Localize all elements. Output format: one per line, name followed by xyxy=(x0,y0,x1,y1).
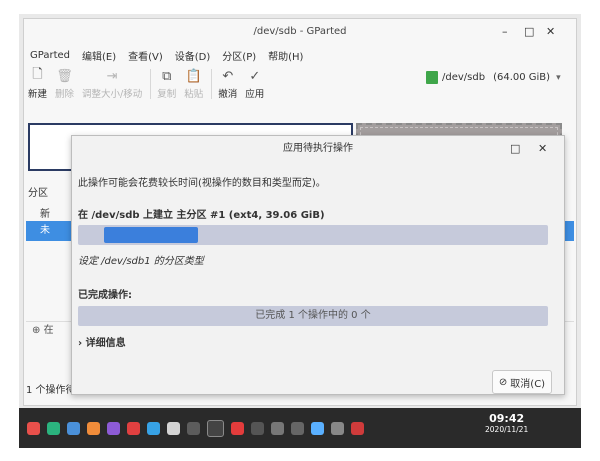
paste-button[interactable]: 📋 粘贴 xyxy=(184,65,203,101)
apply-operations-dialog: 应用待执行操作 □ ✕ 此操作可能会花费较长时间(视操作的数目和类型而定)。 在… xyxy=(71,135,565,395)
current-operation-label: 在 /dev/sdb 上建立 主分区 #1 (ext4, 39.06 GiB) xyxy=(78,210,325,221)
completed-progress-bar: 已完成 1 个操作中的 0 个 xyxy=(78,306,548,326)
video-icon[interactable] xyxy=(127,421,140,435)
toolbar-separator xyxy=(211,69,213,99)
maximize-icon[interactable]: □ xyxy=(524,19,534,45)
notes-icon[interactable] xyxy=(291,421,304,435)
window-titlebar: /dev/sdb - GParted – □ ✕ xyxy=(24,19,576,45)
clock[interactable]: 09:42 2020/11/21 xyxy=(485,412,528,434)
toolbar: 🗋 新建 🗑 删除 ⇥ 调整大小/移动 ⧉ 复制 📋 粘贴 ↶ 撤消 ✓ 应用 … xyxy=(24,65,576,107)
menu-device[interactable]: 设备(D) xyxy=(175,48,211,63)
maximize-icon[interactable]: □ xyxy=(510,136,520,162)
gparted-task-icon[interactable] xyxy=(207,419,224,437)
partition-list-header: 分区 xyxy=(28,188,48,199)
cancel-icon: ⊘ xyxy=(498,376,508,388)
terminal-icon[interactable] xyxy=(251,421,264,435)
menu-gparted[interactable]: GParted xyxy=(30,50,70,61)
operation-progress-bar xyxy=(78,225,548,245)
delete-button[interactable]: 🗑 删除 xyxy=(55,65,74,101)
completed-operations-label: 已完成操作: xyxy=(78,290,132,301)
undo-icon: ↶ xyxy=(222,68,234,84)
paste-icon: 📋 xyxy=(185,68,202,84)
menubar: GParted 编辑(E) 查看(V) 设备(D) 分区(P) 帮助(H) xyxy=(24,45,576,65)
volume-icon[interactable] xyxy=(331,421,344,435)
clock-time: 09:42 xyxy=(489,412,525,425)
launcher-icon[interactable] xyxy=(27,421,40,435)
resize-move-button[interactable]: ⇥ 调整大小/移动 xyxy=(82,65,142,101)
settings-icon[interactable] xyxy=(187,421,200,435)
calendar-icon[interactable] xyxy=(147,421,160,435)
dialog-title: 应用待执行操作 xyxy=(283,143,353,154)
music-icon[interactable] xyxy=(107,421,120,435)
toolbar-separator xyxy=(150,69,152,99)
resize-arrow-icon: ⇥ xyxy=(106,68,118,84)
network-icon[interactable] xyxy=(311,421,324,435)
app-store-icon[interactable] xyxy=(87,421,100,435)
window-title: /dev/sdb - GParted xyxy=(253,26,347,37)
menu-partition[interactable]: 分区(P) xyxy=(222,48,256,63)
apply-button[interactable]: ✓ 应用 xyxy=(245,65,264,101)
table-row[interactable]: 新 xyxy=(40,205,50,220)
info-icon: ⊕ xyxy=(32,325,41,336)
operation-progress-fill xyxy=(104,227,198,243)
chevron-down-icon: ▾ xyxy=(556,72,561,83)
screenshot-frame: /dev/sdb - GParted – □ ✕ GParted 编辑(E) 查… xyxy=(19,14,581,448)
close-icon[interactable]: ✕ xyxy=(538,136,547,162)
menu-edit[interactable]: 编辑(E) xyxy=(82,48,116,63)
dialog-info-text: 此操作可能会花费较长时间(视操作的数目和类型而定)。 xyxy=(78,178,326,189)
new-button[interactable]: 🗋 新建 xyxy=(28,65,47,100)
device-size: (64.00 GiB) xyxy=(493,72,551,83)
copy-button[interactable]: ⧉ 复制 xyxy=(157,65,176,101)
new-file-icon: 🗋 xyxy=(32,67,43,82)
device-name: /dev/sdb xyxy=(442,72,486,83)
chevron-right-icon: › xyxy=(78,338,83,349)
menu-view[interactable]: 查看(V) xyxy=(128,48,163,63)
browser-icon[interactable] xyxy=(231,421,244,435)
editor-icon[interactable] xyxy=(271,421,284,435)
completed-progress-text: 已完成 1 个操作中的 0 个 xyxy=(255,310,371,321)
disk-icon xyxy=(426,71,438,84)
checkmark-icon: ✓ xyxy=(249,68,261,84)
document-icon[interactable] xyxy=(167,421,180,435)
clock-date: 2020/11/21 xyxy=(485,425,529,434)
file-manager-icon[interactable] xyxy=(67,421,80,435)
power-icon[interactable] xyxy=(351,421,364,435)
cancel-button[interactable]: ⊘ 取消(C) xyxy=(492,370,552,394)
minimize-icon[interactable]: – xyxy=(502,19,508,45)
device-selector[interactable]: /dev/sdb (64.00 GiB) ▾ xyxy=(426,71,561,84)
dialog-titlebar: 应用待执行操作 □ ✕ xyxy=(72,136,564,162)
menu-help[interactable]: 帮助(H) xyxy=(268,48,303,63)
multitask-icon[interactable] xyxy=(47,421,60,435)
taskbar: 09:42 2020/11/21 xyxy=(19,408,581,448)
copy-icon: ⧉ xyxy=(162,68,172,84)
sub-operation-label: 设定 /dev/sdb1 的分区类型 xyxy=(78,256,204,267)
undo-button[interactable]: ↶ 撤消 xyxy=(218,65,237,101)
details-expander[interactable]: › 详细信息 xyxy=(78,334,126,349)
trash-icon: 🗑 xyxy=(56,68,73,84)
close-icon[interactable]: ✕ xyxy=(546,19,555,45)
desktop: /dev/sdb - GParted – □ ✕ GParted 编辑(E) 查… xyxy=(19,14,581,448)
